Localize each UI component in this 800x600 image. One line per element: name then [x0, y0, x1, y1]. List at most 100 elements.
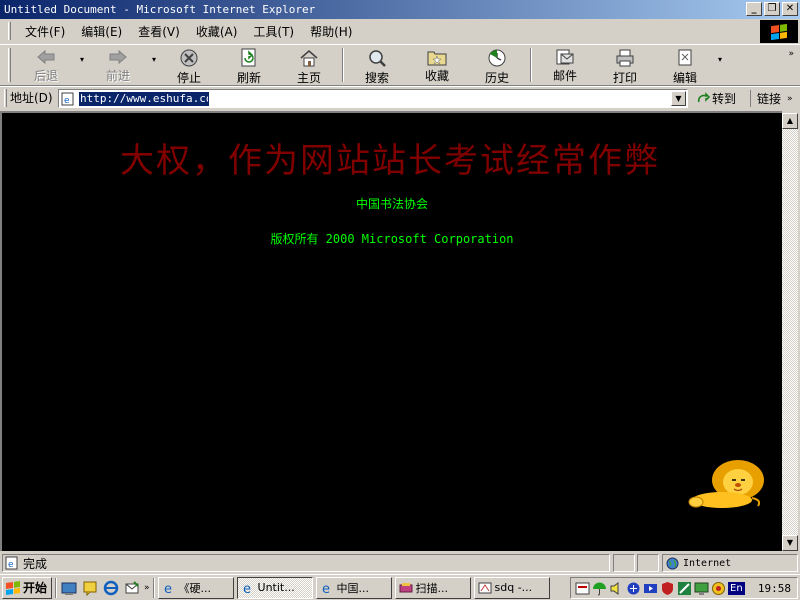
task-button-4[interactable]: 扫描...: [394, 576, 471, 599]
task-button-3[interactable]: e 中国...: [315, 576, 392, 599]
windows-logo: [760, 20, 798, 43]
forward-dropdown[interactable]: ▾: [149, 55, 159, 64]
back-button[interactable]: 后退: [15, 46, 77, 84]
tray-network-icon[interactable]: [626, 581, 641, 596]
home-button[interactable]: 主页: [279, 46, 339, 85]
menu-edit[interactable]: 编辑(E): [73, 21, 130, 42]
status-zone-panel: Internet: [662, 554, 798, 572]
svg-text:e: e: [322, 582, 330, 595]
address-label: 地址(D): [10, 91, 53, 105]
history-label: 历史: [484, 71, 509, 85]
quick-launch-chevron[interactable]: »: [144, 583, 150, 593]
links-button[interactable]: 链接 »: [750, 90, 793, 107]
back-dropdown[interactable]: ▾: [77, 55, 87, 64]
history-button[interactable]: 历史: [467, 46, 527, 85]
ie-task-icon: e: [164, 582, 172, 595]
favorites-button[interactable]: 收藏: [407, 46, 467, 84]
title-bar: Untitled Document - Microsoft Internet E…: [0, 0, 800, 19]
task-label: 《硬...: [178, 581, 212, 595]
back-label: 后退: [33, 69, 58, 83]
favorites-folder-icon: [426, 48, 448, 66]
edit-button[interactable]: 编辑: [655, 46, 715, 85]
close-button[interactable]: ✕: [782, 2, 798, 16]
messenger-icon[interactable]: [81, 579, 99, 597]
menu-tools[interactable]: 工具(T): [245, 21, 302, 42]
favorites-label: 收藏: [424, 69, 449, 83]
taskbar-separator: [55, 577, 57, 598]
ie-task-icon: e: [243, 582, 251, 595]
task-label: 中国...: [336, 581, 370, 595]
address-grip[interactable]: [4, 88, 7, 107]
toolbar-overflow-chevron[interactable]: »: [788, 49, 794, 59]
tray-player-icon[interactable]: [643, 581, 658, 596]
start-button[interactable]: 开始: [2, 576, 52, 599]
menu-view[interactable]: 查看(V): [130, 21, 188, 42]
url-input[interactable]: [79, 91, 209, 106]
ie-page-icon: e: [61, 92, 74, 106]
status-main-panel: e 完成: [2, 554, 610, 572]
forward-button[interactable]: 前进: [87, 46, 149, 84]
tray-volume-icon[interactable]: [609, 581, 624, 596]
toolbar-separator: [530, 48, 532, 82]
menu-bar: 文件(F) 编辑(E) 查看(V) 收藏(A) 工具(T) 帮助(H): [0, 19, 760, 43]
page-viewport[interactable]: 大权，作为网站站长考试经常作弊 中国书法协会 版权所有 2000 Microso…: [0, 111, 782, 551]
search-button[interactable]: 搜索: [347, 46, 407, 85]
task-button-5[interactable]: sdq -...: [473, 576, 550, 599]
restore-button[interactable]: ❐: [764, 2, 780, 16]
tray-monitor-icon[interactable]: [694, 581, 709, 596]
minimize-button[interactable]: _: [746, 2, 762, 16]
refresh-button[interactable]: 刷新: [219, 46, 279, 85]
mail-button[interactable]: 邮件: [535, 46, 595, 84]
address-dropdown-button[interactable]: ▼: [671, 91, 686, 106]
print-button[interactable]: 打印: [595, 46, 655, 85]
task-button-2[interactable]: e Untit...: [236, 576, 313, 599]
search-label: 搜索: [364, 71, 389, 85]
standard-toolbar: 后退 ▾ 前进 ▾ 停止 刷新 主页 搜索 收藏 历史 邮件 打印 编辑 ▾ »: [0, 44, 800, 86]
quick-launch: »: [60, 579, 150, 597]
svg-text:e: e: [64, 96, 70, 106]
tray-umbrella-icon[interactable]: [592, 581, 607, 596]
task-button-1[interactable]: e 《硬...: [157, 576, 234, 599]
stop-icon: [178, 48, 200, 68]
edit-dropdown[interactable]: ▾: [715, 55, 725, 64]
menu-grip[interactable]: [8, 22, 11, 40]
go-arrow-icon: [697, 91, 710, 102]
scroll-down-button[interactable]: ▼: [782, 535, 798, 551]
windows-flag-icon: [771, 23, 787, 40]
status-security-panel: [637, 554, 659, 572]
show-desktop-icon[interactable]: [60, 579, 78, 597]
menu-help[interactable]: 帮助(H): [302, 21, 360, 42]
edit-page-icon: [674, 48, 696, 68]
stop-button[interactable]: 停止: [159, 46, 219, 85]
taskbar: 开始 » e 《硬... e Untit... e 中国... 扫描... sd…: [0, 574, 800, 600]
toolbar-separator: [342, 48, 344, 82]
taskbar-clock[interactable]: 19:58: [758, 582, 797, 595]
tray-tool-icon[interactable]: [677, 581, 692, 596]
paint-task-icon: [478, 582, 492, 593]
status-progress-panel: [613, 554, 635, 572]
back-arrow-icon: [35, 48, 57, 66]
toolbar-grip[interactable]: [8, 48, 11, 82]
vertical-scrollbar[interactable]: ▲ ▼: [782, 113, 798, 551]
status-text: 完成: [23, 556, 48, 571]
address-field[interactable]: e ▼: [58, 89, 688, 108]
svg-text:e: e: [243, 582, 251, 595]
print-label: 打印: [612, 71, 637, 85]
internet-explorer-icon[interactable]: [102, 579, 120, 597]
refresh-label: 刷新: [236, 71, 261, 85]
scanner-task-icon: [399, 582, 413, 592]
search-icon: [366, 48, 388, 68]
scroll-up-button[interactable]: ▲: [782, 113, 798, 129]
printer-icon: [614, 48, 636, 68]
outlook-express-icon[interactable]: [123, 579, 141, 597]
go-button[interactable]: 转到: [696, 90, 736, 107]
forward-arrow-icon: [107, 48, 129, 66]
svg-text:e: e: [164, 582, 172, 595]
tray-shield-icon[interactable]: [711, 581, 726, 596]
tray-language-indicator[interactable]: En: [728, 581, 745, 595]
tray-antivirus-icon[interactable]: [660, 581, 675, 596]
tray-scheduler-icon[interactable]: [575, 581, 590, 596]
menu-file[interactable]: 文件(F): [17, 21, 73, 42]
menu-favorites[interactable]: 收藏(A): [188, 21, 246, 42]
stop-label: 停止: [176, 71, 201, 85]
